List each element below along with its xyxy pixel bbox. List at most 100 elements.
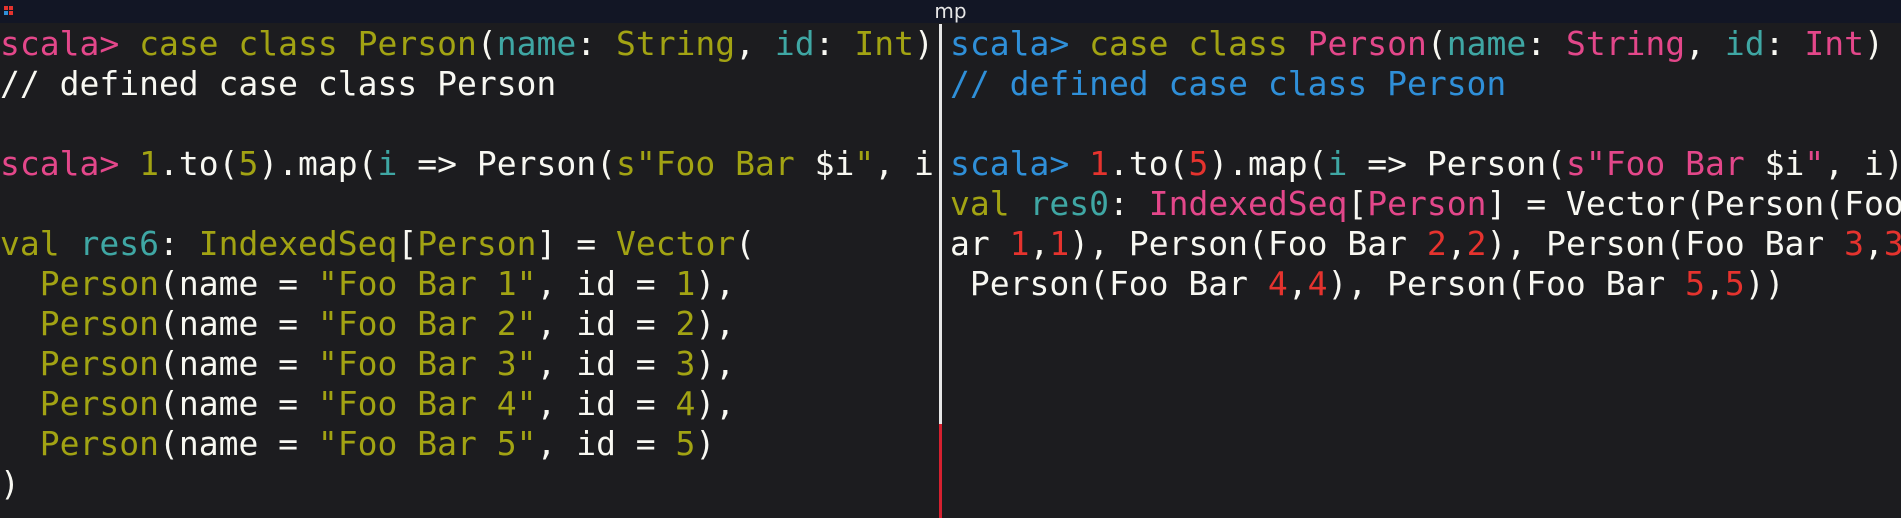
terminal-line: val res0: IndexedSeq[Person] = Vector(Pe… (950, 184, 1901, 224)
terminal-text-segment: Person (39, 344, 159, 383)
terminal-text-segment: case class (1089, 24, 1308, 63)
terminal-text-segment: , (1287, 264, 1308, 303)
terminal-text-segment: 1 (675, 264, 696, 303)
terminal-text-segment: (name = (158, 304, 318, 343)
terminal-text-segment: , id = (536, 304, 676, 343)
terminal-text-segment: , (1685, 24, 1725, 63)
terminal-text-segment: : (158, 224, 199, 263)
terminal-text-segment: ( (735, 224, 756, 263)
terminal-text-segment: , id = (536, 264, 676, 303)
terminal-text-segment: , i)) (874, 144, 938, 183)
terminal-text-segment: id (1724, 24, 1765, 63)
terminal-text-segment: " (1804, 144, 1825, 183)
terminal-text-segment: => Person( (1347, 144, 1566, 183)
terminal-text-segment: Int (1804, 24, 1865, 63)
terminal-text-segment: Int (854, 24, 915, 63)
terminal-text-segment: "Foo Bar 3" (317, 344, 537, 383)
terminal-text-segment: (name = (158, 384, 318, 423)
terminal-text-segment: ), (695, 304, 736, 343)
terminal-text-segment: [ (397, 224, 418, 263)
terminal-text-segment: scala> (950, 24, 1090, 63)
terminal-text-segment: , (1446, 224, 1467, 263)
terminal-text-segment: ), (695, 264, 736, 303)
terminal-text-segment: 4 (1307, 264, 1328, 303)
terminal-line: ar 1,1), Person(Foo Bar 2,2), Person(Foo… (950, 224, 1901, 264)
terminal-text-segment: ) (914, 24, 934, 63)
terminal-text-segment: case class (139, 24, 358, 63)
terminal-text-segment: i (1327, 144, 1348, 183)
terminal-text-segment: ) (695, 424, 716, 463)
terminal-text-segment: Person(Foo Bar (950, 264, 1268, 303)
terminal-text-segment: ), Person(Foo Bar (1486, 224, 1845, 263)
terminal-text-segment: ) (1864, 24, 1884, 63)
terminal-text-segment: , i)) (1824, 144, 1901, 183)
terminal-text-segment: val (0, 224, 80, 263)
terminal-text-segment: "Foo Bar 2" (317, 304, 537, 343)
terminal-text-segment: "Foo Bar 1" (317, 264, 537, 303)
terminal-text-segment: Person (417, 224, 537, 263)
terminal-text-segment: (name = (158, 424, 318, 463)
terminal-text-segment: (name = (158, 344, 318, 383)
terminal-text-segment: id (774, 24, 815, 63)
terminal-line: val res6: IndexedSeq[Person] = Vector( (0, 224, 938, 264)
terminal-text-segment: $i (1764, 144, 1805, 183)
terminal-text-segment: [ (1347, 184, 1368, 223)
terminal-text-segment: ).map( (258, 144, 378, 183)
terminal-text-segment: $i (814, 144, 855, 183)
terminal-text-segment: scala> (0, 24, 140, 63)
terminal-text-segment: "Foo Bar 4" (317, 384, 537, 423)
terminal-pane-right[interactable]: scala> case class Person(name: String, i… (950, 24, 1901, 518)
terminal-text-segment: 1 (1009, 224, 1030, 263)
terminal-line: Person(name = "Foo Bar 2", id = 2), (0, 304, 938, 344)
terminal-line: // defined case class Person (0, 64, 938, 104)
terminal-text-segment: , id = (536, 344, 676, 383)
terminal-text-segment: scala> (0, 144, 140, 183)
terminal-text-segment: ).map( (1208, 144, 1328, 183)
terminal-text-segment: ), (695, 344, 736, 383)
terminal-pane-left[interactable]: scala> case class Person(name: String, i… (0, 24, 938, 518)
terminal-text-segment: , id = (536, 424, 676, 463)
terminal-text-segment: => Person( (397, 144, 616, 183)
terminal-text-segment: : (1108, 184, 1149, 223)
terminal-line: Person(name = "Foo Bar 4", id = 4), (0, 384, 938, 424)
terminal-text-segment: Vector (615, 224, 736, 263)
terminal-text-segment: 3 (675, 344, 696, 383)
terminal-text-segment: s"Foo Bar (1565, 144, 1765, 183)
terminal-text-segment: : (1764, 24, 1805, 63)
terminal-text-segment: , (1029, 224, 1050, 263)
pane-divider-active-marker[interactable] (939, 424, 942, 518)
terminal-text-segment: 3 (1883, 224, 1901, 263)
terminal-text-segment: (name = (158, 264, 318, 303)
terminal-text-segment: : (814, 24, 855, 63)
terminal-text-segment: : (1526, 24, 1566, 63)
terminal-text-segment: String (1565, 24, 1686, 63)
terminal-text-segment: "Foo Bar 5" (317, 424, 537, 463)
terminal-text-segment: 2 (1426, 224, 1447, 263)
terminal-text-segment: 2 (675, 304, 696, 343)
terminal-text-segment: Person (39, 384, 159, 423)
terminal-text-segment: Person (1307, 24, 1427, 63)
terminal-text-segment: 1 (139, 144, 159, 183)
terminal-text-segment: 3 (1844, 224, 1864, 263)
terminal-text-segment: : (576, 24, 616, 63)
terminal-text-segment: ) (0, 464, 20, 503)
terminal-text-segment: ( (476, 24, 497, 63)
terminal-text-segment: name (1446, 24, 1527, 63)
terminal-text-segment: IndexedSeq (198, 224, 398, 263)
pane-divider[interactable] (939, 24, 942, 424)
terminal-text-segment: ), Person(Foo Bar (1327, 264, 1686, 303)
terminal-text-segment: Person (39, 264, 159, 303)
terminal-text-segment: 2 (1466, 224, 1487, 263)
terminal-line: scala> 1.to(5).map(i => Person(s"Foo Bar… (950, 144, 1901, 184)
window-title: mp (934, 0, 967, 23)
terminal-text-segment: val (950, 184, 1030, 223)
terminal-text-segment: 5 (675, 424, 696, 463)
terminal-text-segment: // defined case class Person (0, 64, 557, 103)
terminal-text-segment: .to( (158, 144, 239, 183)
terminal-text-segment: 5 (238, 144, 259, 183)
